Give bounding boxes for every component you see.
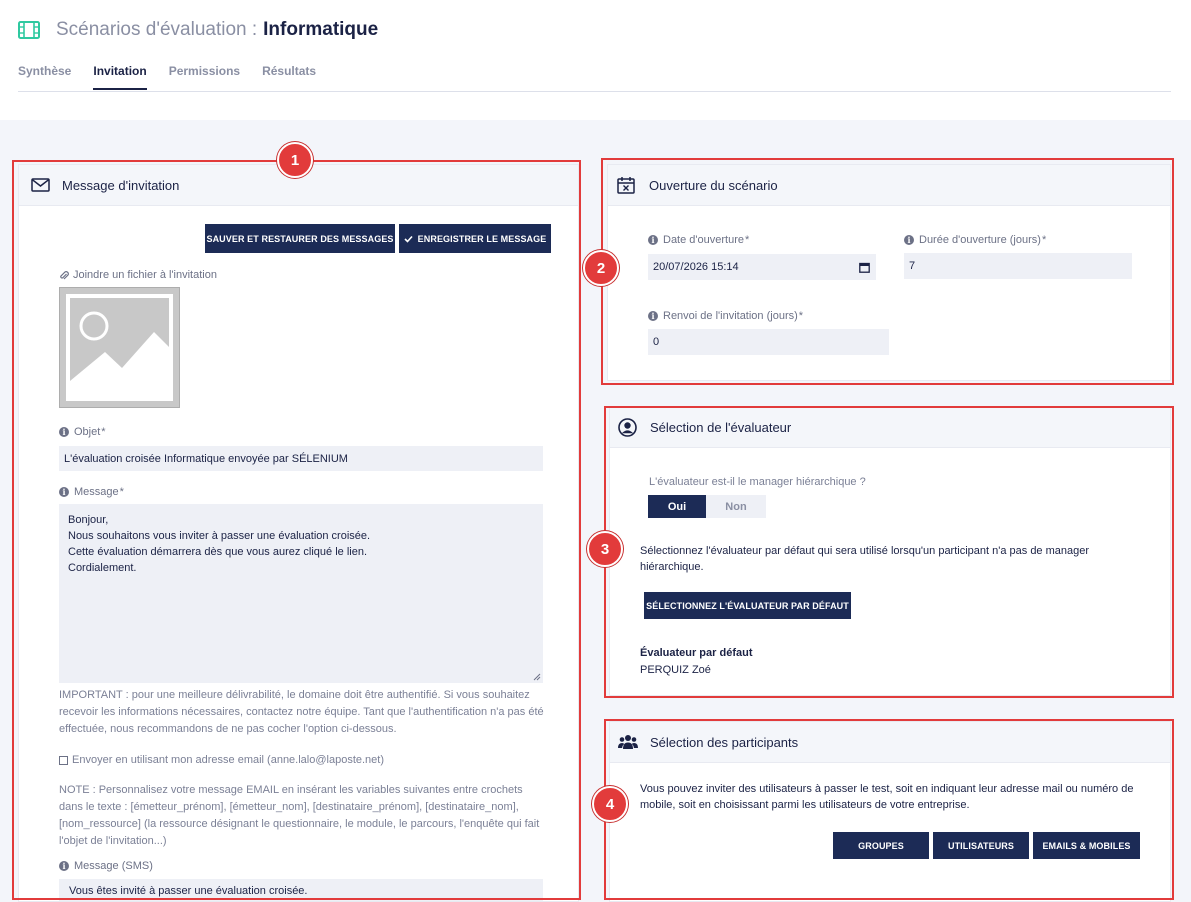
- users-button[interactable]: UTILISATEURS: [933, 832, 1029, 859]
- resend-invitation-label: i Renvoi de l'invitation (jours) *: [648, 310, 803, 322]
- calendar-x-icon: [617, 177, 635, 194]
- save-restore-messages-button[interactable]: SAUVER ET RESTAURER DES MESSAGES: [205, 224, 395, 253]
- info-icon: i: [904, 235, 914, 245]
- annotation-badge-2: 2: [583, 250, 619, 286]
- manager-question: L'évaluateur est-il le manager hiérarchi…: [649, 476, 866, 488]
- paperclip-icon: [60, 270, 69, 279]
- save-message-button[interactable]: ENREGISTRER LE MESSAGE: [399, 224, 551, 253]
- page-header: Scénarios d'évaluation : Informatique Sy…: [0, 0, 1191, 120]
- invitation-panel: Message d'invitation SAUVER ET RESTAURER…: [18, 164, 579, 902]
- send-own-email-checkbox[interactable]: [59, 755, 68, 765]
- attach-file-label: Joindre un fichier à l'invitation: [59, 269, 217, 281]
- default-evaluator-name: PERQUIZ Zoé: [640, 664, 711, 676]
- resize-handle-icon[interactable]: [533, 673, 541, 681]
- image-placeholder-icon: [66, 294, 173, 401]
- subject-label: i Objet *: [59, 426, 106, 438]
- info-icon: i: [59, 427, 69, 437]
- annotation-badge-4: 4: [592, 786, 628, 822]
- participants-panel: Sélection des participants Vous pouvez i…: [609, 721, 1171, 902]
- annotation-badge-1: 1: [277, 142, 313, 178]
- opening-duration-label: i Durée d'ouverture (jours) *: [904, 234, 1046, 246]
- info-icon: i: [648, 235, 658, 245]
- participants-panel-header: Sélection des participants: [610, 722, 1170, 763]
- important-note: IMPORTANT : pour une meilleure délivrabi…: [59, 689, 544, 735]
- participants-description: Vous pouvez inviter des utilisateurs à p…: [640, 783, 1134, 811]
- tab-permissions[interactable]: Permissions: [169, 64, 240, 90]
- film-icon: [18, 21, 40, 39]
- page-title-name: Informatique: [263, 19, 379, 40]
- opening-panel-header: Ouverture du scénario: [608, 165, 1170, 206]
- opening-panel: Ouverture du scénario i Date d'ouverture…: [607, 164, 1171, 381]
- participants-panel-title: Sélection des participants: [650, 734, 799, 750]
- users-group-icon: [618, 735, 638, 749]
- sms-message-label: i Message (SMS): [59, 860, 153, 872]
- yes-toggle-button[interactable]: Oui: [648, 495, 706, 518]
- attachment-image-placeholder[interactable]: [59, 287, 180, 408]
- tab-resultats[interactable]: Résultats: [262, 64, 316, 90]
- message-label: i Message *: [59, 486, 124, 498]
- envelope-icon: [31, 178, 50, 192]
- subject-input[interactable]: L'évaluation croisée Informatique envoyé…: [59, 446, 543, 471]
- opening-duration-input[interactable]: 7: [904, 253, 1132, 279]
- opening-date-label: i Date d'ouverture *: [648, 234, 749, 246]
- tab-bar: Synthèse Invitation Permissions Résultat…: [18, 64, 316, 90]
- sms-message-textarea[interactable]: Vous êtes invité à passer une évaluation…: [59, 879, 543, 901]
- evaluator-panel: Sélection de l'évaluateur L'évaluateur e…: [609, 406, 1171, 696]
- select-default-evaluator-button[interactable]: SÉLECTIONNEZ L'ÉVALUATEUR PAR DÉFAUT: [644, 592, 851, 619]
- tab-divider: [18, 91, 1171, 92]
- message-textarea[interactable]: Bonjour, Nous souhaitons vous inviter à …: [59, 504, 543, 683]
- tab-synthese[interactable]: Synthèse: [18, 64, 71, 90]
- check-icon: [404, 235, 413, 243]
- calendar-icon[interactable]: [859, 262, 870, 273]
- info-icon: i: [59, 861, 69, 871]
- evaluator-panel-title: Sélection de l'évaluateur: [650, 419, 792, 435]
- no-toggle-button[interactable]: Non: [706, 495, 766, 518]
- save-message-label: ENREGISTRER LE MESSAGE: [417, 233, 547, 244]
- resend-invitation-input[interactable]: 0: [648, 329, 889, 355]
- info-icon: i: [59, 487, 69, 497]
- info-icon: i: [648, 311, 658, 321]
- variables-note: NOTE : Personnalisez votre message EMAIL…: [59, 784, 540, 847]
- evaluator-panel-header: Sélection de l'évaluateur: [610, 407, 1170, 448]
- page-title-prefix: Scénarios d'évaluation :: [56, 19, 258, 40]
- user-circle-icon: [618, 417, 637, 437]
- default-evaluator-heading: Évaluateur par défaut: [640, 647, 753, 659]
- default-evaluator-description: Sélectionnez l'évaluateur par défaut qui…: [640, 545, 1090, 573]
- emails-mobiles-button[interactable]: EMAILS & MOBILES: [1033, 832, 1140, 859]
- annotation-badge-3: 3: [587, 531, 623, 567]
- page-title: Scénarios d'évaluation : Informatique: [18, 18, 378, 42]
- send-own-email-option: Envoyer en utilisant mon adresse email (…: [59, 752, 384, 768]
- tab-invitation[interactable]: Invitation: [93, 64, 147, 90]
- groups-button[interactable]: GROUPES: [833, 832, 929, 859]
- opening-panel-title: Ouverture du scénario: [649, 177, 778, 193]
- opening-date-input[interactable]: 20/07/2026 15:14: [648, 254, 876, 280]
- invitation-panel-title: Message d'invitation: [62, 177, 180, 193]
